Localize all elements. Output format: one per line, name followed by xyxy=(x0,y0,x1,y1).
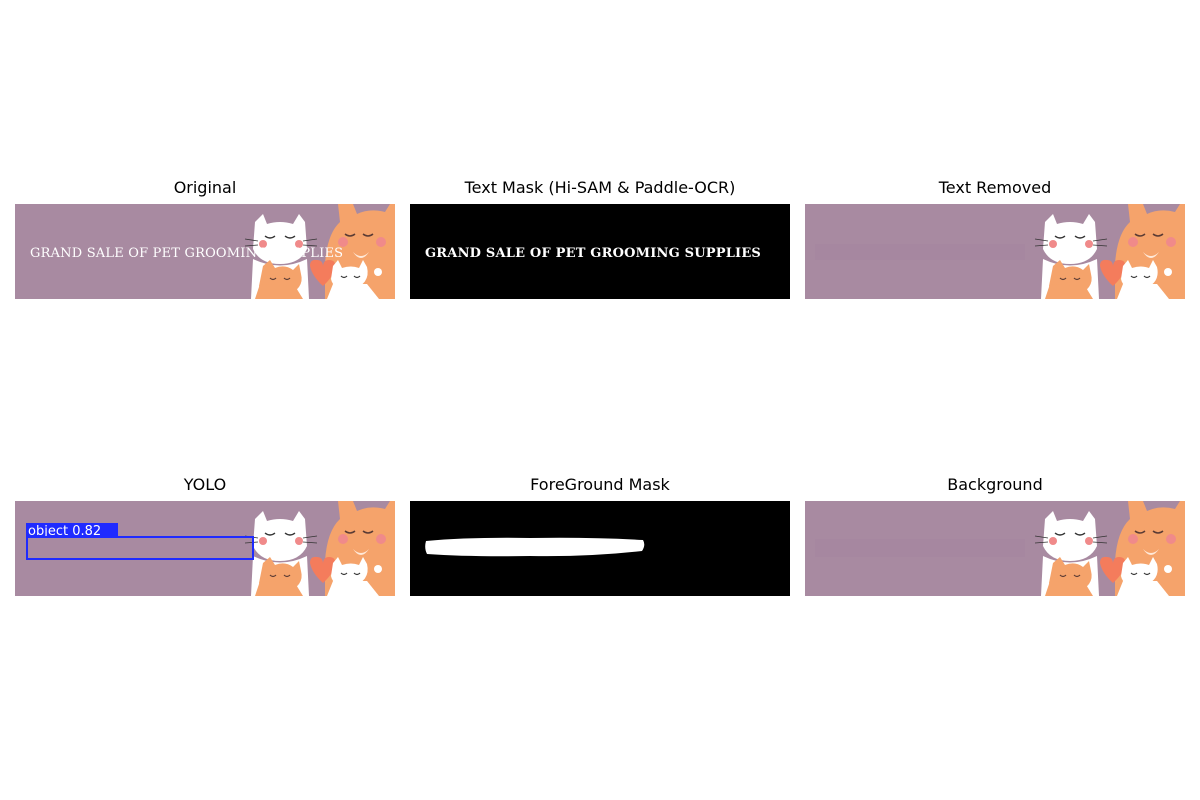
banner-text: GRAND SALE OF PET GROOMING SUPPLIES xyxy=(30,246,343,261)
panel-yolo: YOLO object 0.82 xyxy=(15,475,395,596)
mask-text: GRAND SALE OF PET GROOMING SUPPLIES xyxy=(425,246,761,261)
original-image: GRAND SALE OF PET GROOMING SUPPLIES xyxy=(15,204,395,299)
background-image xyxy=(805,501,1185,596)
panel-text-mask: Text Mask (Hi-SAM & Paddle-OCR) GRAND SA… xyxy=(410,178,790,299)
panel-foreground-mask: ForeGround Mask xyxy=(410,475,790,596)
panel-title: YOLO xyxy=(183,475,227,494)
text-removed-image xyxy=(805,204,1185,299)
panel-title: ForeGround Mask xyxy=(530,475,670,494)
yolo-image: object 0.82 xyxy=(15,501,395,596)
panel-original: Original GRAND SALE OF PET GROOMING SUPP… xyxy=(15,178,395,299)
panel-title: Text Removed xyxy=(938,178,1052,197)
panel-text-removed: Text Removed xyxy=(805,178,1185,299)
panel-title: Text Mask (Hi-SAM & Paddle-OCR) xyxy=(464,178,736,197)
panel-title: Background xyxy=(947,475,1043,494)
foreground-mask-image xyxy=(410,501,790,596)
foreground-blob xyxy=(425,537,645,557)
text-mask-image: GRAND SALE OF PET GROOMING SUPPLIES xyxy=(410,204,790,299)
panel-title: Original xyxy=(173,178,237,197)
panel-background: Background xyxy=(805,475,1185,596)
